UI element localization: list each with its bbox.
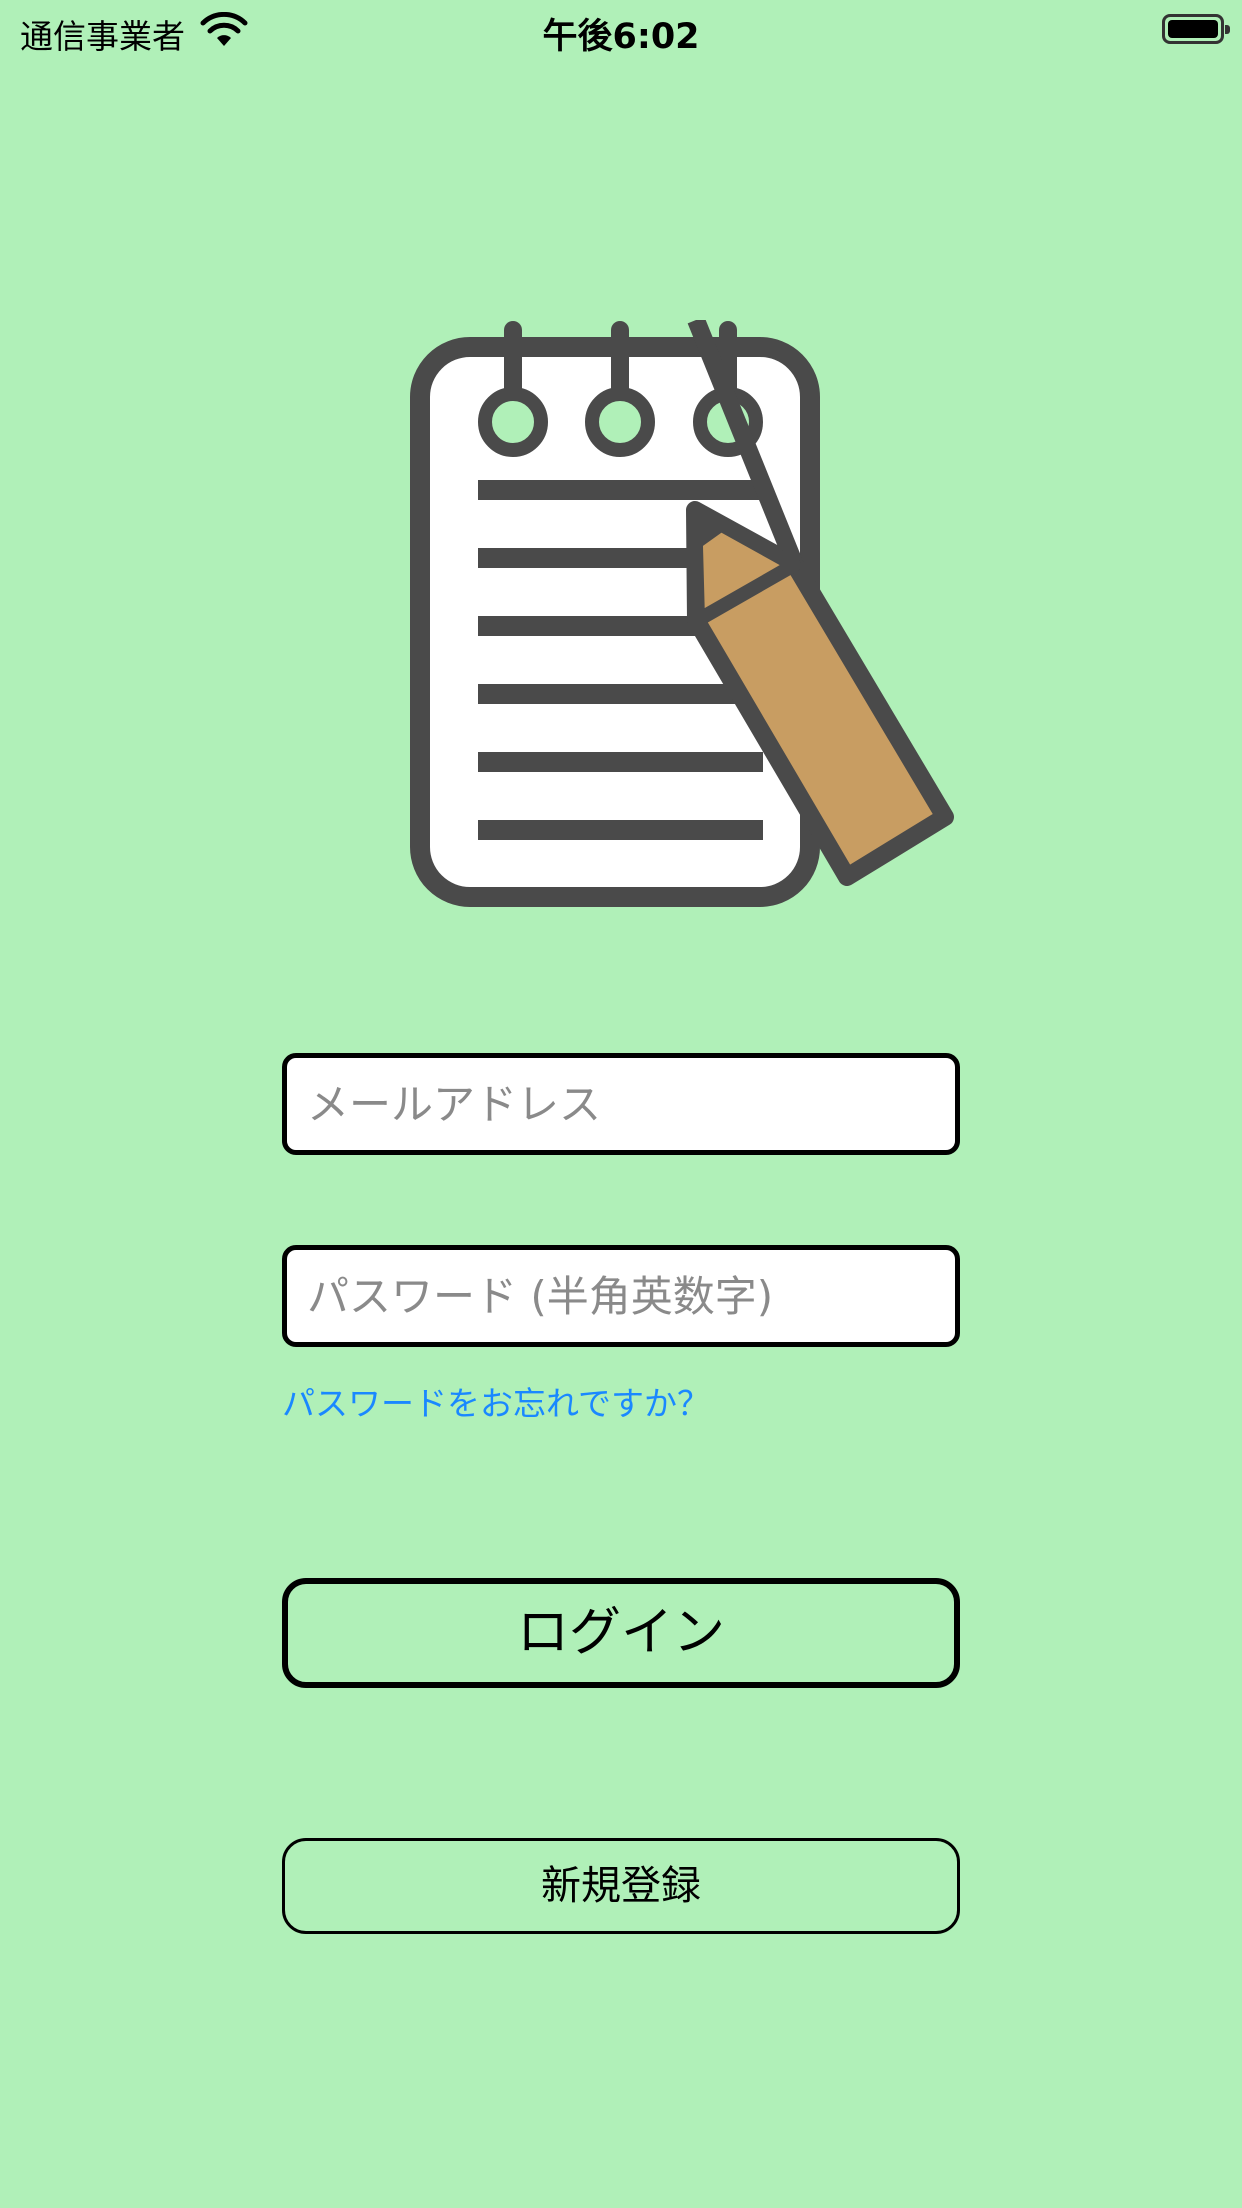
- email-field[interactable]: [282, 1053, 960, 1155]
- status-time: 午後6:02: [542, 17, 700, 57]
- email-input[interactable]: [287, 1058, 955, 1150]
- notepad-pencil-icon: [410, 320, 954, 907]
- password-input[interactable]: [287, 1250, 955, 1342]
- login-button[interactable]: ログイン: [282, 1578, 960, 1688]
- status-bar: 通信事業者 午後6:02: [0, 0, 1242, 62]
- battery-icon: [1162, 14, 1230, 44]
- forgot-password-link[interactable]: パスワードをお忘れですか？: [282, 1377, 710, 1425]
- signup-button[interactable]: 新規登録: [282, 1838, 960, 1934]
- password-field[interactable]: [282, 1245, 960, 1347]
